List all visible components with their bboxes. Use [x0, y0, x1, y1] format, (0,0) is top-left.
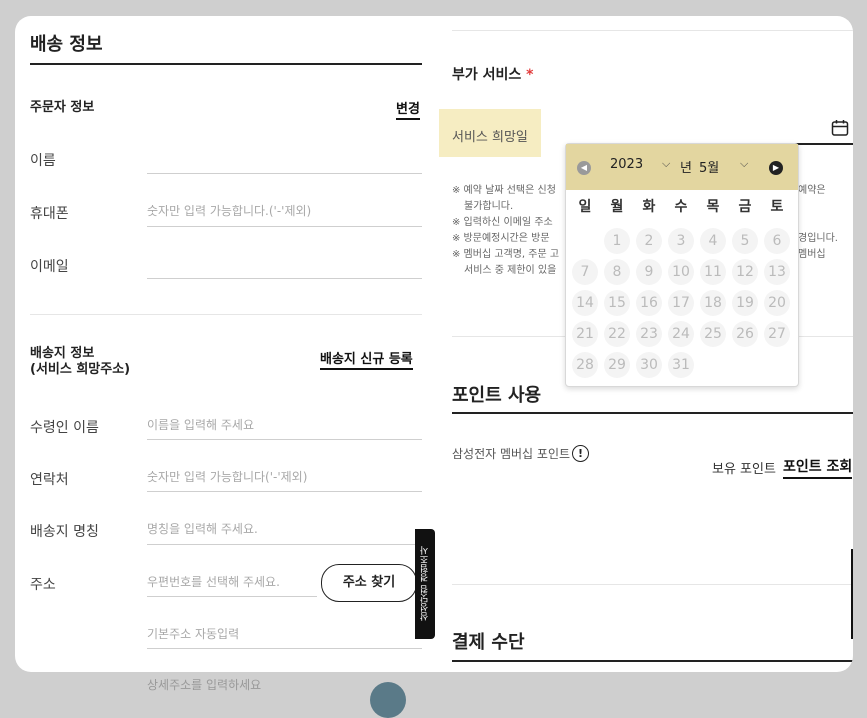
- weekday-label: 일: [578, 199, 592, 215]
- phone-input-placeholder[interactable]: 숫자만 입력 가능합니다.('-'제외): [147, 202, 311, 219]
- calendar-day: 11: [700, 259, 726, 285]
- recipient-input[interactable]: [147, 439, 422, 440]
- calendar-day: 19: [732, 290, 758, 316]
- calendar-day: 30: [636, 352, 662, 378]
- weekday-label: 금: [738, 199, 752, 215]
- calendar-day: 12: [732, 259, 758, 285]
- phone-input[interactable]: [147, 226, 422, 227]
- contact-label: 연락처: [30, 472, 69, 488]
- calendar-day: 27: [764, 321, 790, 347]
- service-notes-right: 예약은 경입니다. 멤버십: [798, 185, 838, 260]
- alias-label: 배송지 명칭: [30, 524, 99, 540]
- calendar-day: 3: [668, 228, 694, 254]
- calendar-day: 23: [636, 321, 662, 347]
- weekday-label: 월: [610, 199, 624, 215]
- phone-label: 휴대폰: [30, 206, 69, 222]
- postcode-placeholder[interactable]: 우편번호를 선택해 주세요.: [147, 573, 280, 590]
- title-underline: [30, 63, 422, 65]
- weekday-label: 목: [706, 199, 720, 215]
- detail-address-placeholder: 상세주소를 입력하세요: [147, 678, 262, 692]
- required-mark: *: [526, 67, 534, 83]
- date-picker-popup: ◀ 2023 ⌵ 년 5월 ⌵ ▶ 일 월 화 수 목 금 토 12345678…: [565, 143, 799, 387]
- calendar-day: 4: [700, 228, 726, 254]
- calendar-day: 26: [732, 321, 758, 347]
- info-icon[interactable]: !: [572, 445, 590, 462]
- basic-address-placeholder[interactable]: 기본주소 자동입력: [147, 625, 239, 642]
- contact-placeholder[interactable]: 숫자만 입력 가능합니다('-'제외): [147, 468, 307, 485]
- alias-input[interactable]: [147, 544, 422, 545]
- survey-side-tab-left[interactable]: 삼성닷컴 경험조사: [415, 529, 435, 639]
- calendar-day: 14: [572, 290, 598, 316]
- address-label: 주소: [30, 577, 56, 593]
- email-input[interactable]: [147, 278, 422, 279]
- calendar-day: 28: [572, 352, 598, 378]
- points-underline: [452, 412, 853, 414]
- next-month-icon[interactable]: ▶: [769, 161, 783, 175]
- points-lookup-link[interactable]: 포인트 조회: [783, 456, 853, 479]
- calendar-day: 10: [668, 259, 694, 285]
- membership-points-label: 삼성전자 멤버십 포인트 !: [452, 445, 590, 462]
- calendar-day: 18: [700, 290, 726, 316]
- weekday-label: 토: [770, 199, 784, 215]
- contact-input[interactable]: [147, 491, 422, 492]
- calendar-day: 13: [764, 259, 790, 285]
- held-points-label: 보유 포인트: [712, 462, 776, 477]
- points-title: 포인트 사용: [452, 385, 542, 406]
- find-address-button[interactable]: 주소 찾기: [321, 564, 417, 602]
- year-select[interactable]: 2023: [610, 157, 643, 172]
- calendar-day: 21: [572, 321, 598, 347]
- orderer-heading: 주문자 정보: [30, 100, 95, 115]
- calendar-day: 22: [604, 321, 630, 347]
- email-label: 이메일: [30, 259, 69, 275]
- change-link[interactable]: 변경: [396, 98, 420, 120]
- recipient-placeholder[interactable]: 이름을 입력해 주세요: [147, 416, 254, 433]
- year-chevron-down-icon[interactable]: ⌵: [662, 157, 670, 171]
- weekday-label: 수: [674, 199, 688, 215]
- alias-placeholder[interactable]: 명칭을 입력해 주세요.: [147, 520, 258, 537]
- calendar-day: 17: [668, 290, 694, 316]
- calendar-icon[interactable]: [831, 119, 849, 141]
- calendar-day: 16: [636, 290, 662, 316]
- basic-address-input[interactable]: [147, 648, 422, 649]
- service-notes: ※ 예약 날짜 선택은 신청 불가합니다. ※ 입력하신 이메일 주소 ※ 방문…: [452, 185, 560, 276]
- calendar-day: 9: [636, 259, 662, 285]
- survey-side-tab-right[interactable]: 삼성닷컴 경험조사: [851, 549, 853, 639]
- new-address-link[interactable]: 배송지 신규 등록: [320, 348, 413, 370]
- postcode-input[interactable]: [147, 596, 317, 597]
- year-suffix: 년: [680, 161, 692, 176]
- calendar-day: 31: [668, 352, 694, 378]
- calendar-day: 5: [732, 228, 758, 254]
- shipping-heading: 배송지 정보 (서비스 희망주소): [30, 346, 131, 377]
- calendar-day: 29: [604, 352, 630, 378]
- calendar-day: 6: [764, 228, 790, 254]
- right-top-divider: [452, 30, 853, 31]
- calendar-day: 2: [636, 228, 662, 254]
- shipping-info-title: 배송 정보: [30, 34, 103, 55]
- service-date-label: 서비스 희망일: [452, 130, 528, 145]
- calendar-day: 20: [764, 290, 790, 316]
- payment-top-divider: [452, 584, 853, 585]
- floating-button[interactable]: [370, 682, 406, 718]
- name-label: 이름: [30, 153, 56, 169]
- payment-underline: [452, 660, 853, 662]
- section-divider: [30, 314, 422, 315]
- calendar-day: 7: [572, 259, 598, 285]
- prev-month-icon[interactable]: ◀: [577, 161, 591, 175]
- payment-title: 결제 수단: [452, 632, 525, 653]
- calendar-day: 15: [604, 290, 630, 316]
- weekday-label: 화: [642, 199, 656, 215]
- recipient-label: 수령인 이름: [30, 420, 99, 436]
- calendar-day: 1: [604, 228, 630, 254]
- calendar-day: 24: [668, 321, 694, 347]
- name-input[interactable]: [147, 173, 422, 174]
- calendar-day: 25: [700, 321, 726, 347]
- calendar-day: 8: [604, 259, 630, 285]
- addon-service-title: 부가 서비스 *: [452, 67, 534, 83]
- month-select[interactable]: 5월: [699, 157, 719, 176]
- month-chevron-down-icon[interactable]: ⌵: [740, 157, 748, 171]
